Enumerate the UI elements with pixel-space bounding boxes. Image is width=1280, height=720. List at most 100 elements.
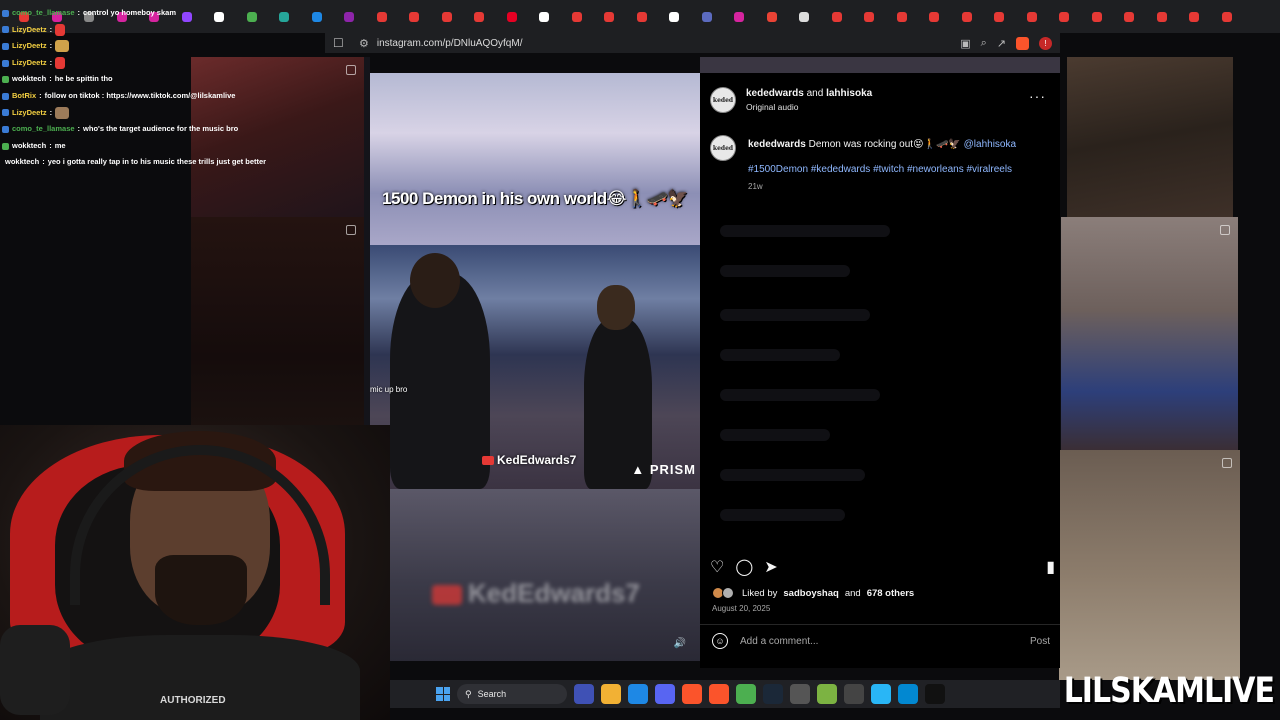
browser-tab[interactable] <box>431 5 464 29</box>
youtube-icon <box>1059 11 1070 22</box>
app-icon[interactable] <box>898 684 918 704</box>
chat-text: me <box>54 140 66 150</box>
address-bar[interactable]: ☐ ⚙ instagram.com/p/DNluAQOyfqM/ ▣ ⌕ ↗ ! <box>325 33 1060 53</box>
browser-tab[interactable] <box>1113 5 1146 29</box>
browser-tab[interactable] <box>1016 5 1049 29</box>
cast-icon[interactable]: ▣ <box>960 37 970 50</box>
post-caption: kededwards Demon was rocking out😝🚶🛹🦅 @la… <box>748 138 1048 151</box>
browser-tab[interactable] <box>268 5 301 29</box>
author-avatar[interactable]: keded <box>710 87 736 113</box>
author-link[interactable]: kededwards <box>746 88 804 99</box>
browser-tab[interactable] <box>853 5 886 29</box>
background-reel-tile[interactable] <box>1067 57 1233 217</box>
browser-tab[interactable] <box>691 5 724 29</box>
chat-message: wokktech: me <box>2 138 262 155</box>
discord-icon[interactable] <box>655 684 675 704</box>
url-text[interactable]: instagram.com/p/DNluAQOyfqM/ <box>377 38 960 49</box>
browser-tab[interactable] <box>1048 5 1081 29</box>
save-icon[interactable]: ▮ <box>1046 557 1055 577</box>
brave-active-icon[interactable] <box>709 684 729 704</box>
streamer-beard <box>155 555 247 625</box>
reel-handle-overlay: KedEdwards7 <box>482 453 576 467</box>
capcut-icon[interactable] <box>925 684 945 704</box>
share-icon[interactable]: ➤ <box>764 557 777 577</box>
post-comment-button[interactable]: Post <box>1030 636 1050 647</box>
more-options-icon[interactable]: ··· <box>1029 88 1046 104</box>
background-reel-tile[interactable] <box>1061 217 1238 450</box>
app-icon[interactable] <box>844 684 864 704</box>
browser-tab[interactable] <box>821 5 854 29</box>
app-icon[interactable] <box>790 684 810 704</box>
share-icon[interactable]: ↗ <box>997 37 1006 50</box>
rewards-icon[interactable]: ! <box>1039 36 1052 50</box>
browser-tab[interactable] <box>528 5 561 29</box>
browser-tab[interactable] <box>1211 5 1244 29</box>
browser-tab[interactable] <box>398 5 431 29</box>
chat-separator: : <box>42 157 45 167</box>
chat-message: wokktech: yeo i gotta really tap in to hi… <box>2 154 266 171</box>
browser-tab[interactable] <box>918 5 951 29</box>
taskbar-search[interactable]: ⚲ Search <box>457 684 567 704</box>
browser-tab[interactable] <box>983 5 1016 29</box>
caption-avatar[interactable]: keded <box>710 135 736 161</box>
browser-tab[interactable] <box>561 5 594 29</box>
coauthor-link[interactable]: lahhisoka <box>826 88 872 99</box>
copilot-icon[interactable] <box>574 684 594 704</box>
youtube-icon <box>1091 11 1102 22</box>
comment-input[interactable]: Add a comment... <box>740 636 818 647</box>
file-explorer-icon[interactable] <box>601 684 621 704</box>
browser-tab[interactable] <box>788 5 821 29</box>
notepad-icon[interactable] <box>871 684 891 704</box>
youtube-icon <box>961 11 972 22</box>
chrome-icon[interactable] <box>736 684 756 704</box>
browser-tab[interactable] <box>593 5 626 29</box>
caption-user[interactable]: kededwards <box>748 139 806 150</box>
browser-tab[interactable] <box>366 5 399 29</box>
audio-link[interactable]: Original audio <box>746 102 798 112</box>
likes-count[interactable]: 678 others <box>867 588 915 599</box>
background-reel-tile[interactable] <box>191 217 364 450</box>
likes-prefix: Liked by <box>742 587 778 599</box>
site-info-icon[interactable]: ⚙ <box>359 37 369 50</box>
browser-tab[interactable] <box>723 5 756 29</box>
caption-hashtags[interactable]: #1500Demon #kededwards #twitch #neworlea… <box>748 164 1012 175</box>
browser-tab[interactable] <box>626 5 659 29</box>
browser-tab[interactable] <box>1178 5 1211 29</box>
chat-username: como_te_llamase <box>12 124 75 134</box>
liked-by-user[interactable]: sadboyshaq <box>783 588 838 599</box>
app-icon[interactable] <box>817 684 837 704</box>
like-icon[interactable]: ♡ <box>710 557 724 577</box>
store-icon[interactable] <box>628 684 648 704</box>
background-reel-tile[interactable] <box>1059 450 1240 680</box>
youtube-icon <box>604 11 615 22</box>
browser-tab[interactable] <box>756 5 789 29</box>
browser-tab[interactable] <box>886 5 919 29</box>
bookmark-icon[interactable]: ☐ <box>333 36 345 50</box>
chat-separator: : <box>39 90 42 100</box>
zoom-icon[interactable]: ⌕ <box>981 37 987 50</box>
reel-video[interactable]: 1500 Demon in his own world😂🚶🛹🦅 mic up b… <box>370 73 700 661</box>
youtube-icon <box>864 11 875 22</box>
loading-placeholder <box>720 225 890 237</box>
brave-icon[interactable] <box>682 684 702 704</box>
steam-icon[interactable] <box>763 684 783 704</box>
streamer-webcam: AUTHORIZED <box>0 425 390 720</box>
browser-tab[interactable] <box>1081 5 1114 29</box>
browser-tab[interactable] <box>1146 5 1179 29</box>
chat-emote-icon <box>55 23 66 36</box>
reel-icon <box>346 65 356 75</box>
youtube-icon <box>409 11 420 22</box>
browser-tab[interactable] <box>496 5 529 29</box>
browser-tab[interactable] <box>301 5 334 29</box>
caption-mention[interactable]: @lahhisoka <box>964 139 1016 150</box>
volume-icon[interactable]: 🔊 <box>674 638 686 649</box>
comment-icon[interactable]: ◯ <box>735 557 753 577</box>
brave-shield-icon[interactable] <box>1016 36 1029 50</box>
windows-start-icon[interactable] <box>436 687 450 701</box>
browser-tab[interactable] <box>463 5 496 29</box>
browser-tab[interactable] <box>333 5 366 29</box>
chat-badge-icon <box>2 26 9 34</box>
emoji-icon[interactable]: ☺ <box>712 633 728 649</box>
browser-tab[interactable] <box>951 5 984 29</box>
browser-tab[interactable] <box>658 5 691 29</box>
